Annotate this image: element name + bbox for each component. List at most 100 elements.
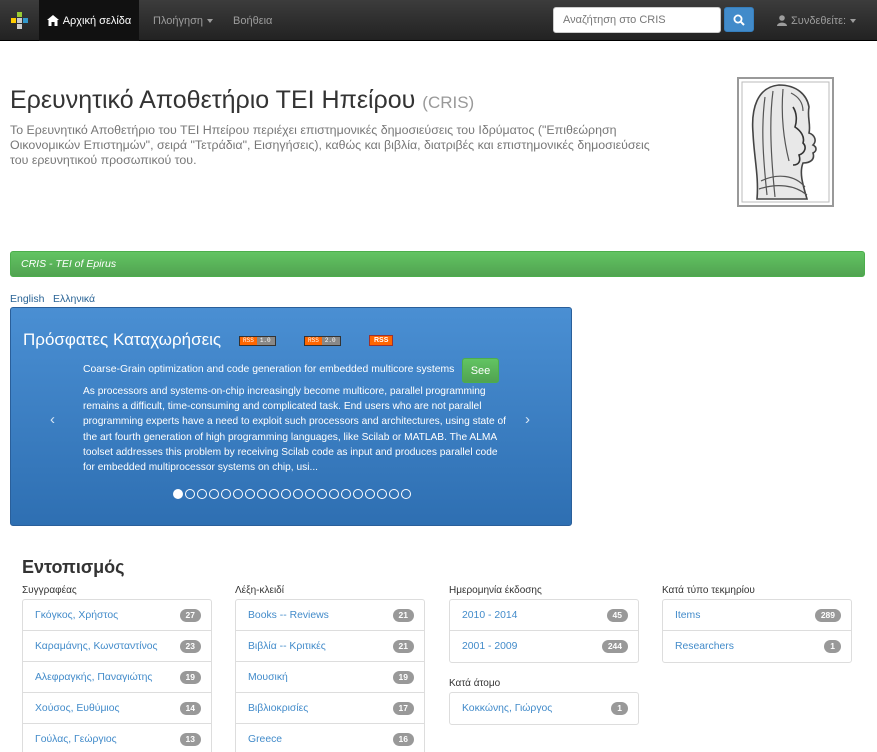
dates-list: 2010 - 2014 45 2001 - 2009 244 bbox=[449, 599, 639, 663]
list-item[interactable]: Items 289 bbox=[663, 600, 851, 631]
list-item[interactable]: 2001 - 2009 244 bbox=[450, 631, 638, 662]
carousel-indicator[interactable] bbox=[197, 489, 207, 499]
lang-english-link[interactable]: English bbox=[10, 293, 44, 305]
carousel-indicator[interactable] bbox=[305, 489, 315, 499]
nav-help[interactable]: Βοήθεια bbox=[233, 0, 272, 41]
dates-label: Ημερομηνία έκδοσης bbox=[449, 585, 542, 596]
list-item-label[interactable]: Items bbox=[675, 610, 700, 621]
list-item-label[interactable]: Χούσος, Ευθύμιος bbox=[35, 703, 120, 714]
carousel-indicator[interactable] bbox=[365, 489, 375, 499]
list-item[interactable]: Βιβλιοκρισίες 17 bbox=[236, 693, 424, 724]
carousel-indicator[interactable] bbox=[221, 489, 231, 499]
authors-list: Γκόγκος, Χρήστος 27 Καραμάνης, Κωνσταντίνο… bbox=[22, 599, 212, 752]
rss-2-left: RSS bbox=[305, 337, 322, 345]
recent-item-title[interactable]: Coarse-Grain optimization and code gener… bbox=[83, 364, 454, 375]
site-banner-text: CRIS - TEI of Epirus bbox=[21, 258, 117, 270]
carousel-indicator[interactable] bbox=[245, 489, 255, 499]
carousel-indicator[interactable] bbox=[257, 489, 267, 499]
list-item-label[interactable]: Βιβλία -- Κριτικές bbox=[248, 641, 326, 652]
search-icon bbox=[733, 14, 745, 26]
page-title: Ερευνητικό Αποθετήριο ΤΕΙ Ηπείρου (CRIS) bbox=[10, 86, 474, 115]
page-description: Το Ερευνητικό Αποθετήριο του ΤΕΙ Ηπείρου… bbox=[10, 123, 650, 167]
person-label: Κατά άτομο bbox=[449, 678, 501, 689]
navbar: Αρχική σελίδα Πλοήγηση Βοήθεια Συνδεθείτ… bbox=[0, 0, 877, 41]
search-input[interactable] bbox=[553, 7, 721, 33]
list-item[interactable]: Researchers 1 bbox=[663, 631, 851, 662]
authors-label: Συγγραφέας bbox=[22, 585, 77, 596]
list-item[interactable]: Αλεφραγκής, Παναγιώτης 19 bbox=[23, 662, 211, 693]
dspace-logo-icon[interactable] bbox=[0, 0, 38, 41]
count-badge: 16 bbox=[392, 733, 414, 746]
list-item-label[interactable]: Βιβλιοκρισίες bbox=[248, 703, 308, 714]
person-list: Κοκκώνης, Γιώργος 1 bbox=[449, 692, 639, 725]
list-item[interactable]: Γούλας, Γεώργιος 13 bbox=[23, 724, 211, 752]
list-item-label[interactable]: 2010 - 2014 bbox=[462, 610, 517, 621]
list-item-label[interactable]: Κοκκώνης, Γιώργος bbox=[462, 703, 552, 714]
carousel-indicator[interactable] bbox=[353, 489, 363, 499]
recent-item-abstract: As processors and systems-on-chip increa… bbox=[83, 386, 507, 474]
list-item[interactable]: Βιβλία -- Κριτικές 21 bbox=[236, 631, 424, 662]
carousel-indicator[interactable] bbox=[341, 489, 351, 499]
list-item-label[interactable]: Μουσική bbox=[248, 672, 288, 683]
nav-home[interactable]: Αρχική σελίδα bbox=[39, 0, 139, 41]
list-item-label[interactable]: Γούλας, Γεώργιος bbox=[35, 734, 117, 745]
count-badge: 17 bbox=[392, 701, 414, 715]
carousel-indicator[interactable] bbox=[281, 489, 291, 499]
list-item[interactable]: Χούσος, Ευθύμιος 14 bbox=[23, 693, 211, 724]
site-banner: CRIS - TEI of Epirus bbox=[10, 251, 865, 277]
list-item-label[interactable]: 2001 - 2009 bbox=[462, 641, 517, 652]
recent-submissions-title: Πρόσφατες Καταχωρήσεις bbox=[23, 330, 222, 349]
lang-greek-link[interactable]: Ελληνικά bbox=[53, 293, 95, 305]
carousel-indicator[interactable] bbox=[209, 489, 219, 499]
list-item[interactable]: Γκόγκος, Χρήστος 27 bbox=[23, 600, 211, 631]
list-item[interactable]: Κοκκώνης, Γιώργος 1 bbox=[450, 693, 638, 724]
rss-2-button[interactable]: RSS 2.0 bbox=[304, 336, 341, 346]
carousel-indicator[interactable] bbox=[185, 489, 195, 499]
search-button[interactable] bbox=[724, 7, 754, 32]
list-item-label[interactable]: Αλεφραγκής, Παναγιώτης bbox=[35, 672, 152, 683]
list-item[interactable]: Greece 16 bbox=[236, 724, 424, 752]
list-item-label[interactable]: Greece bbox=[248, 734, 282, 745]
list-item[interactable]: Καραμάνης, Κωνσταντίνος 23 bbox=[23, 631, 211, 662]
chevron-right-icon[interactable]: › bbox=[525, 411, 530, 428]
carousel-indicator[interactable] bbox=[233, 489, 243, 499]
carousel-indicator[interactable] bbox=[293, 489, 303, 499]
types-list: Items 289 Researchers 1 bbox=[662, 599, 852, 663]
carousel-indicator[interactable] bbox=[389, 489, 399, 499]
user-icon bbox=[777, 15, 787, 26]
rss-2-right: 2.0 bbox=[321, 337, 340, 345]
list-item[interactable]: Μουσική 19 bbox=[236, 662, 424, 693]
chevron-left-icon[interactable]: ‹ bbox=[50, 411, 55, 428]
carousel-indicator[interactable] bbox=[401, 489, 411, 499]
count-badge: 14 bbox=[179, 701, 201, 715]
keywords-list: Books -- Reviews 21 Βιβλία -- Κριτικές 21 Μο… bbox=[235, 599, 425, 752]
count-badge: 27 bbox=[179, 608, 201, 622]
caret-down-icon bbox=[207, 18, 214, 23]
list-item[interactable]: 2010 - 2014 45 bbox=[450, 600, 638, 631]
list-item-label[interactable]: Books -- Reviews bbox=[248, 610, 329, 621]
rss-1-right: 1.0 bbox=[256, 337, 275, 345]
carousel-indicator[interactable] bbox=[173, 489, 183, 499]
rss-feed-button[interactable]: RSS bbox=[369, 335, 394, 346]
keywords-label: Λέξη-κλειδί bbox=[235, 585, 284, 596]
carousel-indicator[interactable] bbox=[269, 489, 279, 499]
rss-1-button[interactable]: RSS 1.0 bbox=[239, 336, 276, 346]
carousel-indicator[interactable] bbox=[317, 489, 327, 499]
count-badge: 21 bbox=[392, 608, 414, 622]
list-item-label[interactable]: Researchers bbox=[675, 641, 734, 652]
see-button[interactable]: See bbox=[462, 358, 499, 383]
page-title-small: (CRIS) bbox=[422, 93, 475, 112]
carousel-indicator[interactable] bbox=[377, 489, 387, 499]
count-badge: 21 bbox=[392, 639, 414, 653]
carousel-indicators bbox=[173, 489, 411, 499]
list-item-label[interactable]: Γκόγκος, Χρήστος bbox=[35, 610, 118, 621]
carousel-indicator[interactable] bbox=[329, 489, 339, 499]
nav-browse[interactable]: Πλοήγηση bbox=[153, 0, 214, 41]
count-badge: 289 bbox=[814, 608, 841, 622]
list-item-label[interactable]: Καραμάνης, Κωνσταντίνος bbox=[35, 641, 158, 652]
count-badge: 244 bbox=[601, 640, 628, 653]
list-item[interactable]: Books -- Reviews 21 bbox=[236, 600, 424, 631]
count-badge: 19 bbox=[392, 670, 414, 684]
login-menu[interactable]: Συνδεθείτε: bbox=[777, 0, 857, 41]
page-title-text: Ερευνητικό Αποθετήριο ΤΕΙ Ηπείρου bbox=[10, 86, 416, 114]
